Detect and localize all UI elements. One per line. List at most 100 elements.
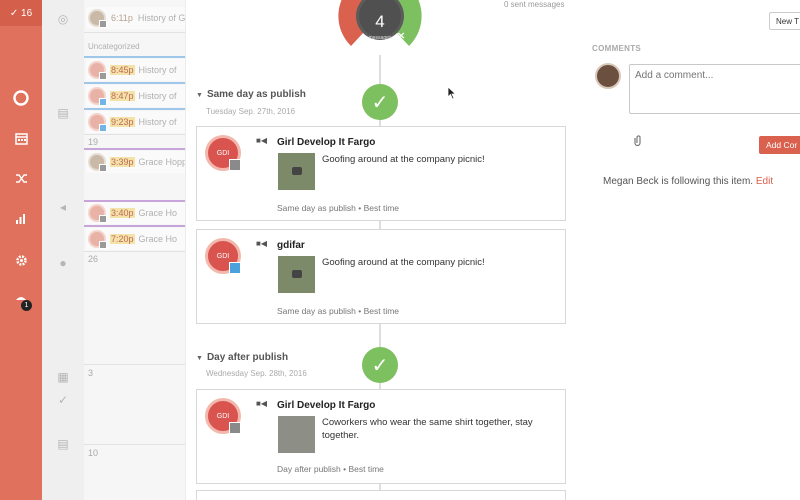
document-icon: ▤ bbox=[57, 106, 69, 120]
notification-badge: 1 bbox=[21, 300, 32, 311]
calendar-icon[interactable] bbox=[0, 128, 42, 148]
status-check-icon: ✓ bbox=[362, 347, 398, 383]
post-color-bar bbox=[84, 56, 185, 58]
post-title: History of bbox=[138, 91, 177, 101]
post-color-bar bbox=[84, 108, 185, 110]
section-title-text: Same day as publish bbox=[206, 89, 306, 100]
calendar-divider bbox=[84, 32, 185, 33]
message-card[interactable]: GDI ■◀ Girl Develop It Fargo Goofing aro… bbox=[196, 126, 566, 221]
account-name: Girl Develop It Fargo bbox=[277, 400, 376, 411]
calendar-divider bbox=[84, 251, 185, 252]
circle-icon[interactable] bbox=[0, 88, 42, 108]
new-button[interactable]: New T bbox=[769, 12, 800, 30]
post-color-bar bbox=[84, 82, 185, 84]
details-panel: New T COMMENTS Add Cor Megan Beck is fol… bbox=[580, 0, 800, 500]
post-title: Grace Ho bbox=[138, 234, 178, 244]
calendar-post[interactable]: 6:11p History of G bbox=[86, 7, 185, 29]
follow-status: Megan Beck is following this item. Edit bbox=[603, 176, 773, 187]
facebook-page-icon bbox=[229, 422, 241, 434]
post-title: History of bbox=[138, 65, 177, 75]
section-date: Wednesday Sep. 28th, 2016 bbox=[206, 369, 307, 378]
calendar-post[interactable]: 9:23p History of bbox=[86, 111, 185, 133]
media-thumbnail[interactable] bbox=[278, 256, 315, 293]
social-messages-panel: 0 sent messages 4 messages ✓ ▼ Same day a… bbox=[185, 0, 580, 500]
post-time: 7:20p bbox=[110, 234, 135, 244]
comments-heading: COMMENTS bbox=[592, 44, 642, 53]
calendar-post[interactable]: 7:20p Grace Ho bbox=[86, 228, 185, 250]
message-meta: Same day as publish • Best time bbox=[277, 306, 400, 316]
check-icon: ✓ bbox=[57, 393, 69, 407]
avatar bbox=[88, 204, 107, 223]
message-card[interactable]: GDI ■◀ gdifar Goofing around at the comp… bbox=[196, 229, 566, 324]
completed-count[interactable]: ✓ 16 bbox=[0, 0, 42, 26]
comment-input[interactable] bbox=[629, 64, 800, 114]
message-card[interactable] bbox=[196, 490, 566, 500]
facebook-page-icon bbox=[229, 159, 241, 171]
wordpress-icon: ◎ bbox=[57, 12, 69, 26]
day-number: 10 bbox=[88, 448, 99, 458]
add-comment-button[interactable]: Add Cor bbox=[759, 136, 800, 154]
video-icon: ■◀ bbox=[256, 136, 267, 145]
post-time: 3:39p bbox=[110, 157, 135, 167]
post-time: 6:11p bbox=[111, 13, 133, 23]
section-title[interactable]: ▼ Same day as publish bbox=[196, 89, 306, 100]
day-number: 3 bbox=[88, 368, 94, 378]
shuffle-icon[interactable] bbox=[0, 168, 42, 188]
section-date: Tuesday Sep. 27th, 2016 bbox=[206, 107, 296, 116]
calendar-post[interactable]: 3:40p Grace Ho bbox=[86, 202, 185, 224]
chart-icon[interactable] bbox=[0, 208, 42, 228]
status-check-icon: ✓ bbox=[362, 84, 398, 120]
calendar-post[interactable]: 3:39p Grace Hopp bbox=[86, 151, 185, 173]
avatar bbox=[88, 9, 107, 28]
mouse-cursor-icon bbox=[447, 86, 457, 100]
calendar-divider bbox=[84, 134, 185, 135]
message-meta: Day after publish • Best time bbox=[277, 464, 384, 474]
play-icon bbox=[292, 270, 302, 278]
post-title: Grace Ho bbox=[138, 208, 178, 218]
post-color-bar bbox=[84, 148, 185, 150]
edit-link[interactable]: Edit bbox=[756, 176, 773, 187]
document-icon: ▤ bbox=[57, 437, 69, 451]
section-title[interactable]: ▼ Day after publish bbox=[196, 352, 288, 363]
megaphone-icon: ◂ bbox=[59, 200, 67, 214]
day-number: 26 bbox=[88, 254, 99, 264]
message-meta: Same day as publish • Best time bbox=[277, 203, 400, 213]
gauge-count: 4 bbox=[375, 12, 385, 31]
avatar bbox=[88, 153, 107, 172]
collapse-triangle-icon[interactable]: ▼ bbox=[196, 355, 203, 362]
avatar bbox=[88, 230, 107, 249]
calendar-background: ◎ ▤ ◂ ● ▦ ✓ ▤ Uncategorized 6:11p Histor… bbox=[42, 0, 185, 500]
post-time: 8:47p bbox=[110, 91, 135, 101]
video-icon: ■◀ bbox=[256, 399, 267, 408]
post-time: 3:40p bbox=[110, 208, 135, 218]
section-title-text: Day after publish bbox=[206, 352, 289, 363]
message-text: Goofing around at the company picnic! bbox=[322, 257, 485, 268]
avatar bbox=[88, 113, 107, 132]
collapse-triangle-icon[interactable]: ▼ bbox=[196, 92, 203, 99]
post-title: History of bbox=[138, 117, 177, 127]
media-thumbnail[interactable] bbox=[278, 153, 315, 190]
account-name: gdifar bbox=[277, 240, 305, 251]
message-card[interactable]: GDI ■◀ Girl Develop It Fargo Coworkers w… bbox=[196, 389, 566, 484]
post-time: 9:23p bbox=[110, 117, 135, 127]
video-icon: ■◀ bbox=[256, 239, 267, 248]
paperclip-icon[interactable] bbox=[632, 134, 643, 150]
calendar-divider bbox=[84, 364, 185, 365]
sent-messages-count: 0 sent messages bbox=[504, 0, 565, 9]
calendar-divider bbox=[84, 444, 185, 445]
media-thumbnail[interactable] bbox=[278, 416, 315, 453]
twitter-icon bbox=[229, 262, 241, 274]
gear-icon[interactable] bbox=[0, 250, 42, 270]
calendar-category: Uncategorized bbox=[88, 42, 140, 51]
avatar bbox=[595, 63, 621, 89]
chat-icon: ● bbox=[59, 256, 67, 270]
calendar-post[interactable]: 8:45p History of bbox=[86, 59, 185, 81]
account-name: Girl Develop It Fargo bbox=[277, 137, 376, 148]
follow-text: Megan Beck is following this item. bbox=[603, 176, 754, 187]
calendar-post[interactable]: 8:47p History of bbox=[86, 85, 185, 107]
day-number: 19 bbox=[88, 137, 99, 147]
post-color-bar bbox=[84, 225, 185, 227]
post-time: 8:45p bbox=[110, 65, 135, 75]
calendar-icon-column bbox=[42, 0, 84, 500]
message-text: Goofing around at the company picnic! bbox=[322, 154, 485, 165]
